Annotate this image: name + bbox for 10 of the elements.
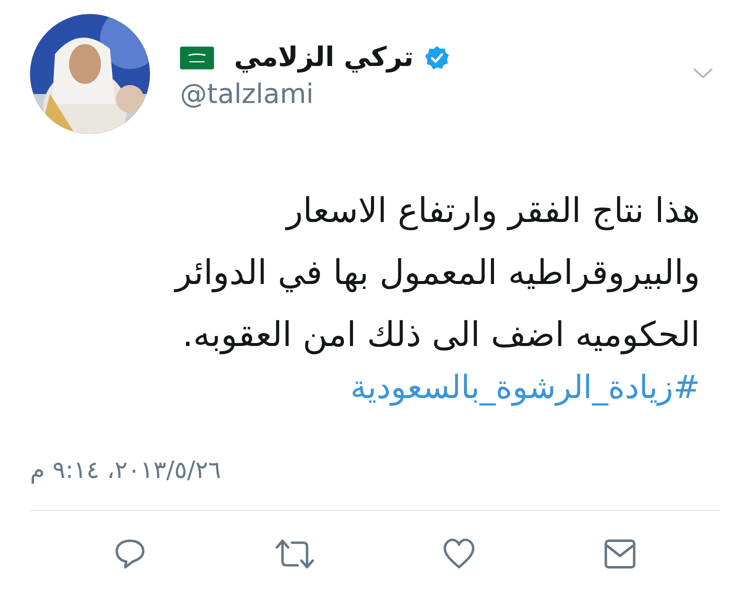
retweet-icon[interactable] [274,537,316,571]
author-name[interactable]: تركي الزلامي [234,42,414,73]
reply-icon[interactable] [113,537,148,571]
author-handle[interactable]: @talzlami [180,79,662,110]
mail-icon[interactable] [602,537,637,571]
heart-icon[interactable] [442,537,476,571]
hashtag-link[interactable]: #زيادة_الرشوة_بالسعودية [350,368,700,406]
timestamp: ٢٠١٣/٥/٢٦، ٩:١٤ م [30,456,222,484]
flag-icon [180,46,214,70]
tweet-text: هذا نتاج الفقر وارتفاع الاسعار والبيروقراطيه المعمول بها في الدوائر الحكوميه اضف الى ذلك امن العقوبه. [175,190,700,357]
